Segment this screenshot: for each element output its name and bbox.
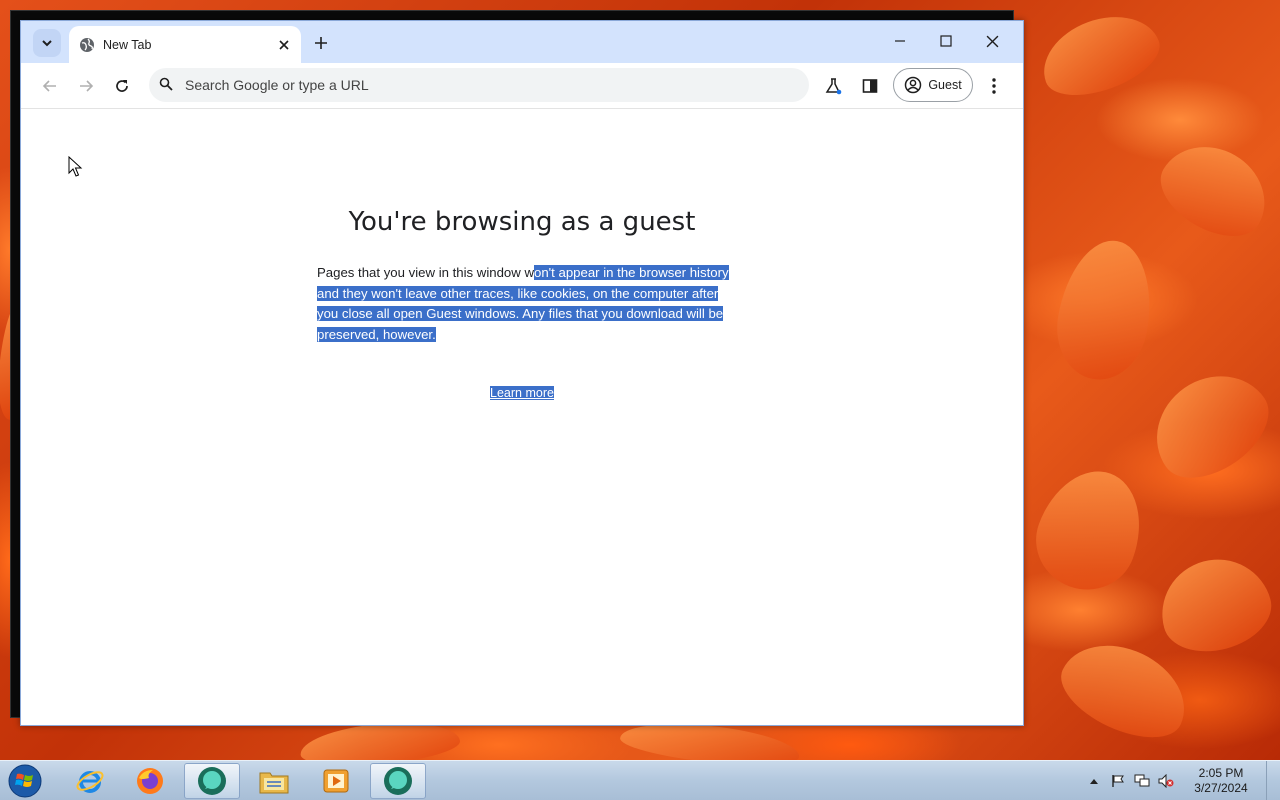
minimize-button[interactable] [877, 25, 923, 57]
description-text: Pages that you view in this window w [317, 265, 534, 280]
chat-bubble-icon [198, 767, 226, 795]
media-player-icon [323, 769, 349, 793]
learn-more-container: Learn more [21, 386, 1023, 400]
profile-label: Guest [928, 78, 962, 92]
chevron-down-icon [42, 40, 52, 47]
volume-icon[interactable] [1156, 771, 1176, 791]
clock-date: 3/27/2024 [1194, 781, 1248, 795]
clock-time: 2:05 PM [1198, 766, 1244, 780]
flask-icon [825, 78, 842, 95]
network-monitor-icon [1134, 774, 1150, 787]
back-button[interactable] [35, 71, 65, 101]
folder-icon [259, 772, 289, 794]
page-title: You're browsing as a guest [348, 207, 696, 237]
show-desktop-button[interactable] [1266, 761, 1280, 800]
tab-search-button[interactable] [33, 29, 61, 57]
side-panel-icon [862, 79, 878, 93]
taskbar-app-2[interactable] [370, 763, 426, 799]
side-panel-button[interactable] [855, 71, 885, 101]
taskbar-media-player[interactable] [308, 763, 364, 799]
tab-title: New Tab [103, 37, 152, 52]
close-icon [986, 35, 998, 47]
taskbar: 2:05 PM 3/27/2024 [0, 760, 1280, 800]
tab-strip: New Tab [21, 21, 1023, 63]
browser-window: New Tab Search Google or type a URL Gues… [20, 20, 1024, 726]
toolbar: Guest [21, 63, 1023, 109]
reload-icon [116, 80, 128, 92]
maximize-button[interactable] [923, 25, 969, 57]
reload-button[interactable] [107, 71, 137, 101]
arrow-left-icon [42, 80, 56, 92]
page-content: You're browsing as a guest Pages that yo… [21, 109, 1023, 725]
minimize-icon [895, 40, 905, 42]
windows-logo-icon [8, 764, 42, 798]
search-icon [159, 77, 175, 93]
close-window-button[interactable] [969, 25, 1015, 57]
show-hidden-icons-button[interactable] [1084, 771, 1104, 791]
guest-description: Pages that you view in this window won't… [317, 263, 732, 345]
maximize-icon [940, 35, 952, 47]
plus-icon [315, 37, 327, 49]
labs-button[interactable] [819, 71, 849, 101]
omnibox[interactable] [149, 68, 809, 102]
arrow-right-icon [80, 80, 94, 92]
taskbar-app-1[interactable] [184, 763, 240, 799]
more-vert-icon [992, 78, 996, 94]
menu-button[interactable] [979, 71, 1009, 101]
globe-icon [79, 37, 95, 53]
forward-button[interactable] [71, 71, 101, 101]
flag-icon [1112, 775, 1124, 787]
tab-new-tab[interactable]: New Tab [69, 26, 301, 63]
start-button[interactable] [2, 762, 48, 800]
system-tray: 2:05 PM 3/27/2024 [1082, 761, 1280, 800]
network-icon[interactable] [1132, 771, 1152, 791]
mouse-cursor-icon [68, 156, 83, 177]
close-tab-icon[interactable] [275, 36, 293, 54]
profile-button[interactable]: Guest [893, 68, 973, 102]
firefox-icon [137, 768, 163, 794]
action-center-icon[interactable] [1108, 771, 1128, 791]
clock[interactable]: 2:05 PM 3/27/2024 [1184, 766, 1258, 796]
chat-bubble-icon [384, 767, 412, 795]
account-circle-icon [905, 76, 922, 94]
chevron-up-icon [1090, 779, 1098, 784]
speaker-muted-icon [1158, 774, 1174, 788]
new-tab-button[interactable] [309, 31, 333, 55]
taskbar-internet-explorer[interactable] [62, 763, 118, 799]
taskbar-firefox[interactable] [122, 763, 178, 799]
taskbar-file-explorer[interactable] [246, 763, 302, 799]
learn-more-link[interactable]: Learn more [490, 386, 554, 400]
internet-explorer-icon [76, 771, 104, 793]
address-input[interactable] [185, 77, 809, 93]
